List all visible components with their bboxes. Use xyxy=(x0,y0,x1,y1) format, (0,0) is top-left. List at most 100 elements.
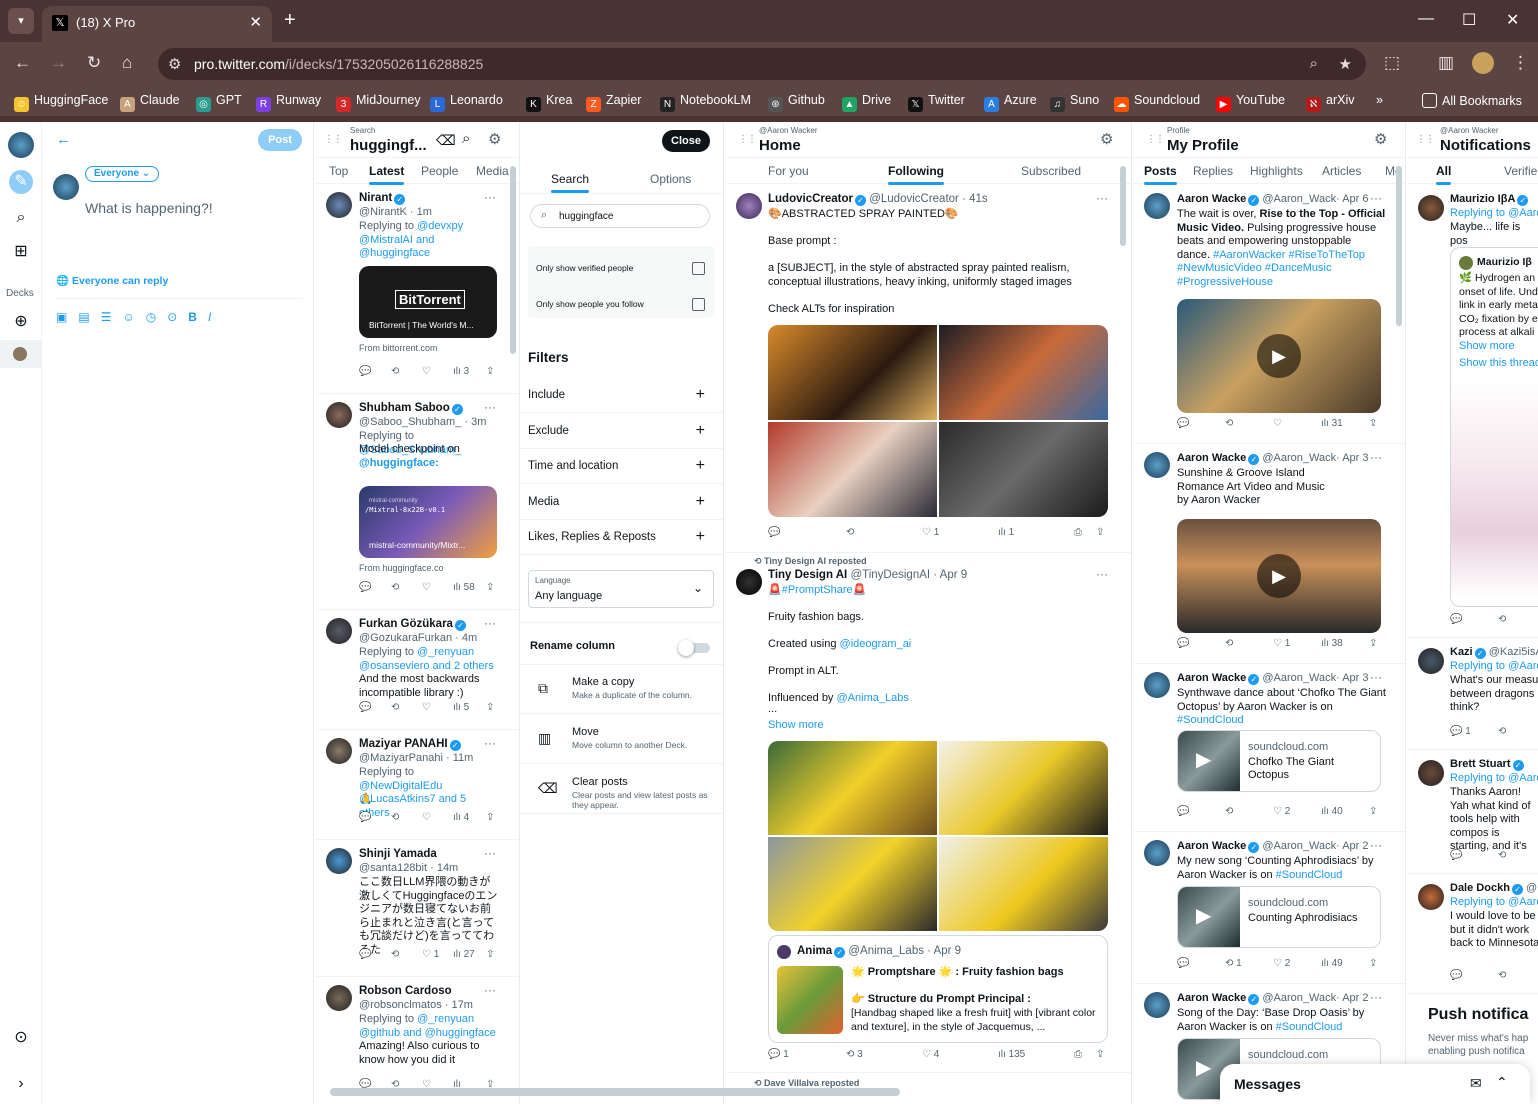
link-card[interactable]: mistral-community/Mixtral-8x22B-v0.1 mist… xyxy=(359,486,497,558)
views-icon[interactable]: ılı 31 xyxy=(1321,418,1343,429)
more-icon[interactable]: ··· xyxy=(484,846,496,860)
search-post[interactable]: Nirant ✓ @NirantK · 1m ··· Replying to @devx… xyxy=(316,184,519,394)
repost-icon[interactable]: ⟲ xyxy=(1498,614,1506,625)
bookmark-midjourney[interactable]: 3 MidJourney xyxy=(336,93,421,112)
tab-verified[interactable]: Verifie xyxy=(1504,164,1537,178)
avatar[interactable] xyxy=(1418,195,1444,221)
soundcloud-card[interactable]: ▶ soundcloud.com Chofko The Giant Octopus xyxy=(1177,730,1381,792)
search-input[interactable]: ⌕ huggingface xyxy=(530,204,710,228)
like-icon[interactable]: ♡ xyxy=(422,812,431,823)
more-bookmarks-icon[interactable]: » xyxy=(1376,93,1383,107)
share-icon[interactable]: ⇪ xyxy=(486,812,494,823)
like-icon[interactable]: ♡ xyxy=(422,702,431,713)
post-author[interactable]: Maziyar PANAHI ✓ xyxy=(359,738,461,751)
like-icon[interactable]: ♡ 2 xyxy=(1273,806,1290,817)
gif-icon[interactable]: ▤ xyxy=(78,310,100,324)
new-deck-icon[interactable]: ⊕ xyxy=(9,310,33,334)
drag-handle-icon[interactable]: ⋮⋮ xyxy=(738,134,757,145)
share-icon[interactable]: ⇪ xyxy=(1096,1049,1104,1060)
home-post[interactable]: LudovicCreator ✓ @LudovicCreator · 41s ··… xyxy=(726,185,1131,553)
bookmark-huggingface[interactable]: ☺ HuggingFace xyxy=(14,93,108,112)
bookmark-leonardo[interactable]: L Leonardo xyxy=(430,93,503,112)
like-icon[interactable]: ♡ 1 xyxy=(422,949,439,960)
avatar[interactable] xyxy=(326,848,352,874)
quoted-post[interactable]: Anima ✓ @Anima_Labs · Apr 9 🌟 Promptshare… xyxy=(768,935,1108,1043)
post-author[interactable]: Furkan Gözükara ✓ xyxy=(359,618,466,631)
bookmark-krea[interactable]: K Krea xyxy=(526,93,572,112)
bookmark-runway[interactable]: R Runway xyxy=(256,93,321,112)
avatar[interactable] xyxy=(326,738,352,764)
reply-context[interactable]: Replying to @Aaron xyxy=(1450,207,1538,221)
bookmark-zapier[interactable]: Z Zapier xyxy=(586,93,641,112)
share-icon[interactable]: ⇪ xyxy=(486,702,494,713)
expand-up-icon[interactable]: ⌃ xyxy=(1496,1074,1508,1091)
search-icon[interactable]: ⌕ xyxy=(9,206,33,230)
reload-icon[interactable]: ↻ xyxy=(87,53,101,73)
more-icon[interactable]: ··· xyxy=(484,190,496,204)
schedule-icon[interactable]: ◷ xyxy=(146,310,167,324)
tab-posts[interactable]: Posts xyxy=(1144,164,1177,185)
side-panel-icon[interactable]: ▥ xyxy=(1438,53,1454,73)
avatar[interactable] xyxy=(1418,884,1444,910)
reply-icon[interactable]: 💬 xyxy=(1177,958,1189,969)
repost-icon[interactable]: ⟲ xyxy=(846,527,854,538)
views-icon[interactable]: ılı 38 xyxy=(1321,638,1343,649)
italic-icon[interactable]: I xyxy=(208,310,222,324)
avatar[interactable] xyxy=(1144,992,1170,1018)
extensions-icon[interactable]: ⬚ xyxy=(1384,53,1400,73)
search-post[interactable]: Furkan Gözükara ✓ @GozukaraFurkan · 4m ··· R… xyxy=(316,610,519,730)
settings-gear-icon[interactable]: ⚙ xyxy=(1100,130,1113,148)
repost-icon[interactable]: ⟲ xyxy=(1498,970,1506,981)
expand-icon[interactable]: › xyxy=(9,1072,33,1096)
address-bar[interactable]: ⚙ pro.twitter.com/i/decks/17532050261162… xyxy=(158,48,1366,80)
deck-item[interactable] xyxy=(0,340,42,368)
post-button[interactable]: Post xyxy=(258,129,302,151)
account-avatar[interactable] xyxy=(8,132,34,158)
bookmark-icon[interactable]: ⎙ xyxy=(1074,527,1082,538)
bookmark-gpt[interactable]: ◎ GPT xyxy=(196,93,242,112)
avatar[interactable] xyxy=(1144,840,1170,866)
cat-image[interactable] xyxy=(939,325,1108,420)
banana-bag-image[interactable] xyxy=(768,837,937,931)
profile-post[interactable]: Aaron Wacke ✓ @Aaron_Wack· Apr 2 ··· My new… xyxy=(1134,832,1405,984)
reply-icon[interactable]: 💬 1 xyxy=(768,1049,789,1060)
column-action-clear-posts[interactable]: ⌫ Clear posts Clear posts and view latest … xyxy=(520,764,723,814)
tiger-image[interactable] xyxy=(768,325,937,420)
share-icon[interactable]: ⇪ xyxy=(486,366,494,377)
home-post[interactable]: ⟲ Tiny Design AI reposted Tiny Design AI… xyxy=(726,553,1131,1073)
bookmark-youtube[interactable]: ▶ YouTube xyxy=(1216,93,1285,112)
tab-people[interactable]: People xyxy=(421,164,458,178)
bookmark-notebooklm[interactable]: N NotebookLM xyxy=(660,93,751,112)
messages-drawer[interactable]: Messages ✉ ⌃ xyxy=(1220,1064,1530,1104)
more-icon[interactable]: ··· xyxy=(1370,191,1382,205)
more-icon[interactable]: ··· xyxy=(1370,990,1382,1004)
repost-icon[interactable]: ⟲ xyxy=(391,582,399,593)
repost-icon[interactable]: ⟲ xyxy=(1225,418,1233,429)
reply-icon[interactable]: 💬 xyxy=(1450,850,1462,861)
repost-icon[interactable]: ⟲ 3 xyxy=(846,1049,863,1060)
new-message-icon[interactable]: ✉ xyxy=(1470,1075,1482,1092)
tab-highlights[interactable]: Highlights xyxy=(1250,164,1303,178)
browser-menu-icon[interactable]: ⋮ xyxy=(1512,53,1529,73)
verified-checkbox[interactable] xyxy=(692,262,705,275)
quoted-post[interactable]: Maurizio Iβ 🌿 Hydrogen an onset of life. … xyxy=(1450,247,1538,607)
tab-replies[interactable]: Replies xyxy=(1193,164,1233,178)
avatar[interactable] xyxy=(326,192,352,218)
avatar[interactable] xyxy=(326,618,352,644)
soundcloud-card[interactable]: ▶ soundcloud.com Counting Aphrodisiacs xyxy=(1177,886,1381,948)
tab-for-you[interactable]: For you xyxy=(768,164,809,178)
image-grid[interactable] xyxy=(768,325,1108,517)
drag-handle-icon[interactable]: ⋮⋮ xyxy=(324,134,343,145)
close-button[interactable]: Close xyxy=(662,130,710,152)
bookmark-soundcloud[interactable]: ☁ Soundcloud xyxy=(1114,93,1200,112)
back-arrow-icon[interactable]: ← xyxy=(56,131,71,148)
reply-icon[interactable]: 💬 xyxy=(359,949,371,960)
avatar[interactable] xyxy=(326,402,352,428)
tab-search[interactable]: Search xyxy=(551,172,590,193)
post-author[interactable]: Aaron Wacke ✓ @Aaron_Wack· Apr 2 xyxy=(1177,840,1369,853)
diagram-image[interactable] xyxy=(1451,378,1538,598)
filter-likes-replies-reposts[interactable]: Likes, Replies & Reposts + xyxy=(520,520,723,555)
views-icon[interactable]: ılı 4 xyxy=(453,812,469,823)
reply-icon[interactable]: 💬 xyxy=(1450,970,1462,981)
tab-subscribed[interactable]: Subscribed xyxy=(1021,164,1081,178)
